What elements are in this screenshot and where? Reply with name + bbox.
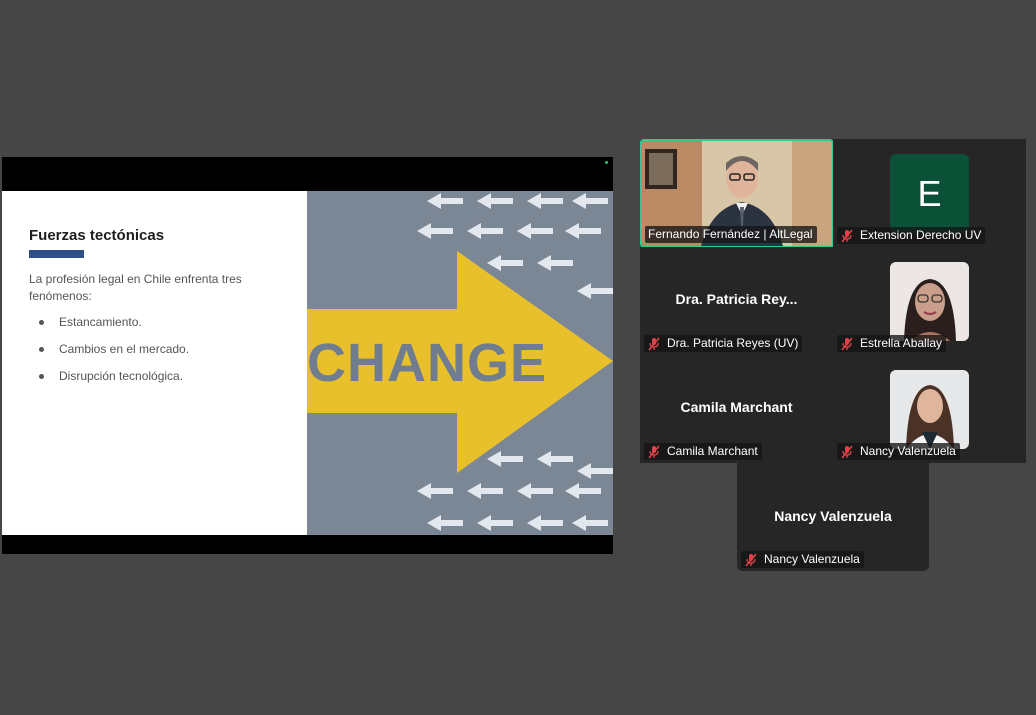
participant-center-label: Nancy Valenzuela [774, 508, 892, 524]
participant-tile-nancy-valenzuela-photo[interactable]: Nancy Valenzuela [833, 355, 1026, 463]
avatar [890, 370, 969, 449]
mic-muted-icon [841, 228, 853, 243]
slide-bullet: Disrupción tecnológica. [37, 369, 189, 396]
participant-name-tag: Dra. Patricia Reyes (UV) [644, 335, 803, 352]
participant-name-tag: Extension Derecho UV [837, 227, 986, 244]
shared-screen: Fuerzas tectónicas La profesión legal en… [2, 157, 613, 554]
change-arrow-image: CHANGE [307, 191, 613, 535]
share-indicator-dot [605, 161, 608, 164]
mic-muted-icon [841, 336, 853, 351]
participant-center-label: Dra. Patricia Rey... [675, 291, 798, 307]
slide-bullet-list: Estancamiento. Cambios en el mercado. Di… [37, 315, 189, 396]
slide-bullet: Estancamiento. [37, 315, 189, 342]
participant-name-tag: Nancy Valenzuela [837, 443, 960, 460]
slide-bullet: Cambios en el mercado. [37, 342, 189, 369]
avatar [890, 262, 969, 341]
participant-tile-nancy-valenzuela[interactable]: Nancy Valenzuela Nancy Valenzuela [737, 463, 929, 571]
participant-grid: Fernando Fernández | AltLegal E Extensio… [640, 139, 1026, 463]
image-change-text: CHANGE [307, 333, 547, 393]
participant-tile-estrella-aballay[interactable]: Estrella Aballay [833, 247, 1026, 355]
change-arrow-graphic: CHANGE [307, 191, 613, 535]
mic-muted-icon [745, 552, 757, 567]
participant-center-label: Camila Marchant [680, 399, 793, 415]
participant-name-tag: Nancy Valenzuela [741, 551, 864, 568]
slide-title: Fuerzas tectónicas [29, 227, 165, 244]
participant-tile-active-speaker[interactable]: Fernando Fernández | AltLegal [640, 139, 834, 248]
mic-muted-icon [648, 336, 660, 351]
slide-intro: La profesión legal en Chile enfrenta tre… [29, 272, 242, 303]
presentation-slide: Fuerzas tectónicas La profesión legal en… [2, 191, 613, 535]
participant-name-tag: Camila Marchant [644, 443, 762, 460]
participant-name: Fernando Fernández | AltLegal [648, 227, 813, 241]
avatar: E [890, 154, 969, 233]
participant-name-tag: Estrella Aballay [837, 335, 947, 352]
profile-photo [890, 370, 969, 449]
slide-text-panel: Fuerzas tectónicas La profesión legal en… [2, 191, 307, 535]
slide-title-underline [29, 250, 84, 258]
participant-name: Nancy Valenzuela [764, 552, 860, 566]
profile-photo [890, 262, 969, 341]
participant-name: Dra. Patricia Reyes (UV) [667, 336, 799, 350]
participant-tile-camila-marchant[interactable]: Camila Marchant Camila Marchant [640, 355, 833, 463]
participant-tile-extension-derecho[interactable]: E Extension Derecho UV [833, 139, 1026, 247]
participant-name: Camila Marchant [667, 444, 758, 458]
participant-tile-patricia-reyes[interactable]: Dra. Patricia Rey... Dra. Patricia Reyes… [640, 247, 833, 355]
participant-name: Estrella Aballay [860, 336, 943, 350]
mic-muted-icon [648, 444, 660, 459]
mic-muted-icon [841, 444, 853, 459]
participant-name: Extension Derecho UV [860, 228, 982, 242]
participant-name: Nancy Valenzuela [860, 444, 956, 458]
participant-name-tag: Fernando Fernández | AltLegal [645, 226, 817, 243]
